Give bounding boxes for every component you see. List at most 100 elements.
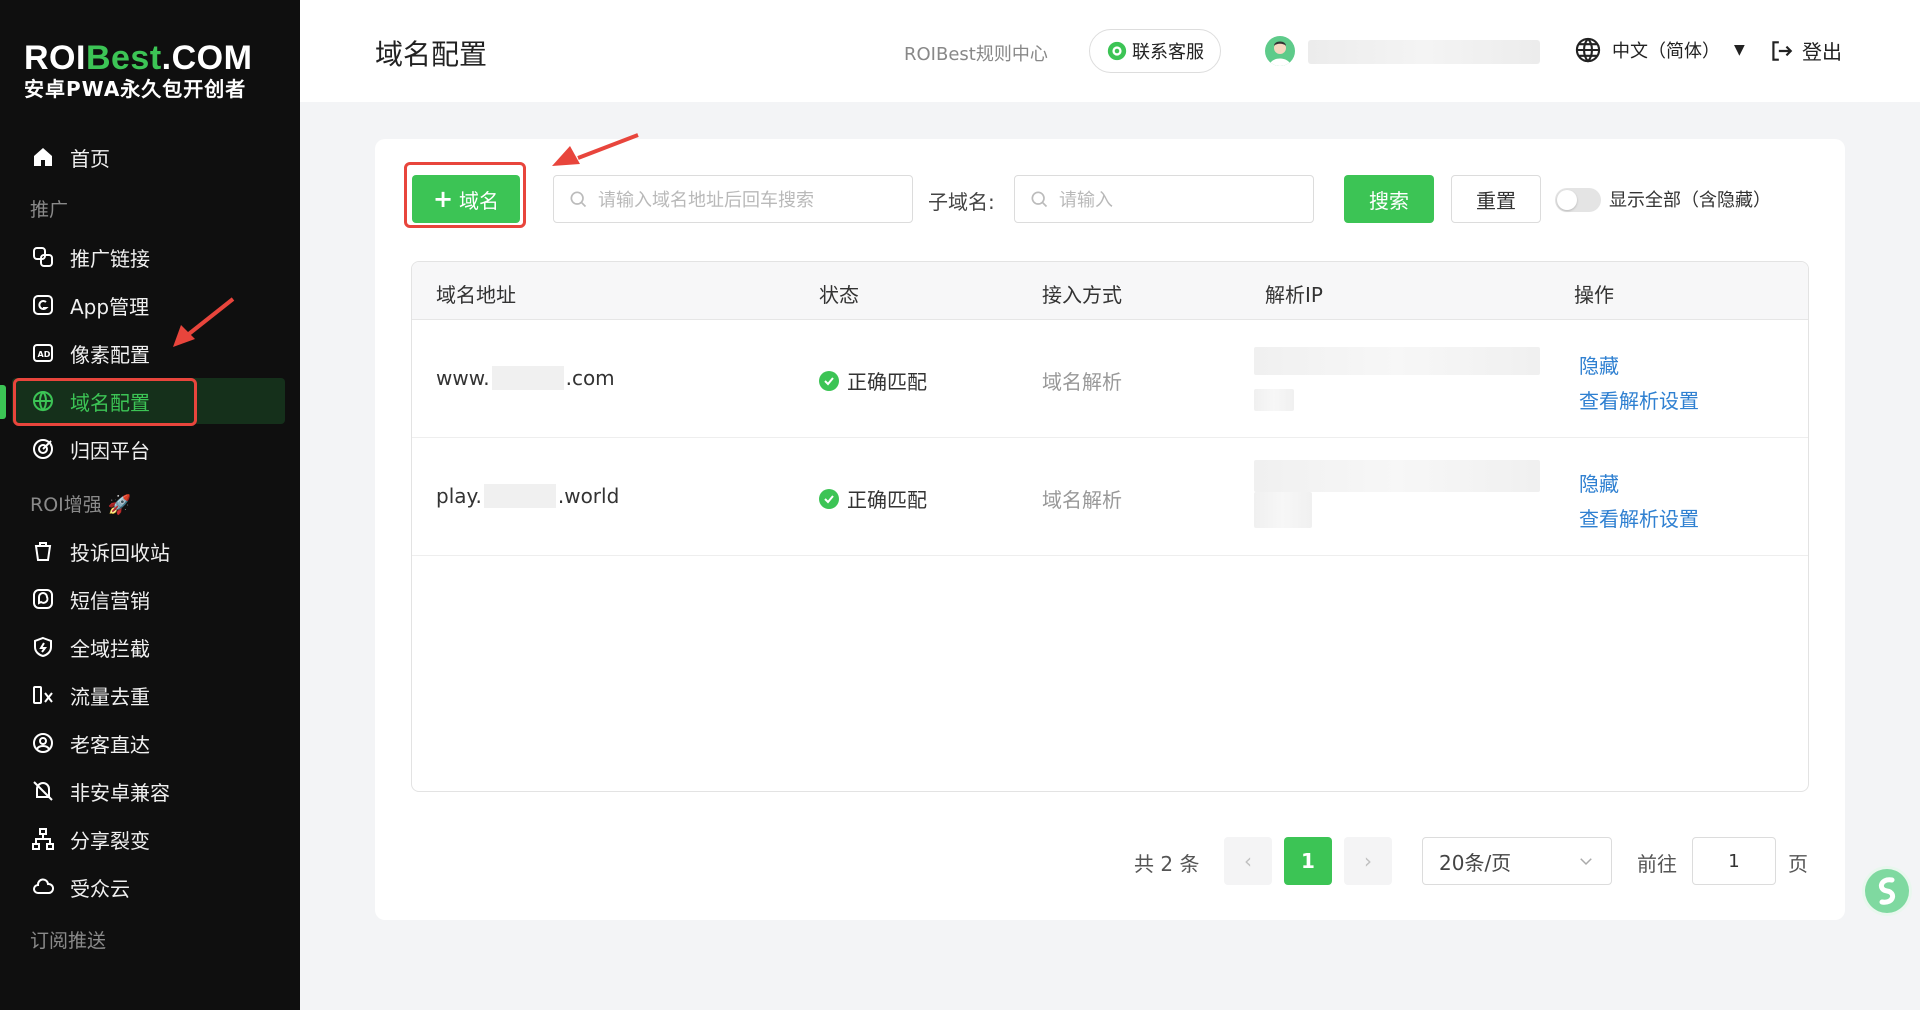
annotation-arrow-sidebar — [173, 297, 235, 347]
shield-icon — [30, 634, 56, 660]
logo-tagline: 安卓PWA永久包开创者 — [24, 77, 247, 101]
sidebar-section-roi: ROI增强 🚀 — [30, 494, 132, 516]
sidebar-section-promo: 推广 — [30, 199, 69, 221]
sidebar-item-non-android[interactable]: 非安卓兼容 — [12, 768, 285, 814]
rocket-icon: 🚀 — [107, 494, 132, 516]
support-button[interactable]: 联系客服 — [1089, 29, 1221, 73]
page-suffix: 页 — [1788, 852, 1808, 876]
active-indicator — [0, 385, 6, 419]
sidebar-item-label: App管理 — [70, 294, 150, 319]
table-header: 域名地址 状态 接入方式 解析IP 操作 — [412, 262, 1808, 320]
toggle-knob — [1557, 190, 1577, 210]
logout-label: 登出 — [1802, 40, 1842, 64]
sidebar-item-attribution[interactable]: 归因平台 — [12, 426, 285, 472]
language-label: 中文（简体） — [1612, 41, 1720, 62]
view-dns-settings-link[interactable]: 查看解析设置 — [1579, 385, 1699, 414]
goto-page-input[interactable]: 1 — [1692, 837, 1776, 885]
subdomain-placeholder: 请输入 — [1059, 190, 1113, 211]
cloud-icon — [30, 874, 56, 900]
view-dns-settings-link[interactable]: 查看解析设置 — [1579, 503, 1699, 532]
sidebar-item-label: 首页 — [70, 146, 110, 171]
sidebar-item-label: 推广链接 — [70, 246, 150, 271]
android-off-icon — [30, 778, 56, 804]
logo-text-roi: ROI — [24, 39, 86, 77]
sidebar-item-complaint-bin[interactable]: 投诉回收站 — [12, 528, 285, 574]
logo-text-best: Best — [85, 39, 162, 77]
dedupe-icon — [30, 682, 56, 708]
sidebar-item-share-fission[interactable]: 分享裂变 — [12, 816, 285, 862]
sidebar-item-label: 老客直达 — [70, 732, 150, 757]
ad-icon: AD — [30, 340, 56, 366]
domain-address: www. .com — [436, 366, 615, 390]
col-status: 状态 — [819, 283, 859, 307]
sidebar-item-label: 归因平台 — [70, 438, 150, 463]
page-size-select[interactable]: 20条/页 — [1422, 837, 1612, 885]
chat-icon — [1107, 41, 1127, 61]
ip-redacted — [1254, 460, 1540, 492]
sidebar-item-promo-links[interactable]: 推广链接 — [12, 234, 285, 280]
sidebar-item-audience-cloud[interactable]: 受众云 — [12, 864, 285, 910]
page-title: 域名配置 — [375, 38, 488, 71]
ip-redacted — [1254, 347, 1540, 375]
col-access: 接入方式 — [1042, 283, 1122, 307]
sms-icon — [30, 586, 56, 612]
rule-center-link[interactable]: ROIBest规则中心 — [904, 40, 1048, 66]
show-all-toggle[interactable] — [1555, 188, 1601, 212]
subdomain-input[interactable]: 请输入 — [1014, 175, 1314, 223]
col-actions: 操作 — [1574, 283, 1614, 307]
sidebar-item-label: 全域拦截 — [70, 636, 150, 661]
sidebar-item-pixel-config[interactable]: AD 像素配置 — [12, 330, 285, 376]
access-method: 域名解析 — [1042, 488, 1122, 512]
sidebar: ROIBest.COM 安卓PWA永久包开创者 首页 推广 推广链接 App管理… — [0, 0, 300, 1010]
domain-search-placeholder: 请输入域名地址后回车搜索 — [598, 190, 814, 211]
sidebar-item-label: 流量去重 — [70, 684, 150, 709]
sidebar-item-label: 短信营销 — [70, 588, 150, 613]
domain-table: 域名地址 状态 接入方式 解析IP 操作 www. .com 正确匹配 域名解析 … — [411, 261, 1809, 792]
show-all-label: 显示全部（含隐藏） — [1609, 190, 1771, 211]
check-circle-icon — [819, 488, 839, 509]
chevron-down-icon — [1580, 858, 1592, 866]
prev-page-button[interactable]: ‹ — [1224, 837, 1272, 885]
access-method: 域名解析 — [1042, 370, 1122, 394]
annotation-arrow-add — [552, 133, 639, 166]
redacted-domain — [491, 366, 564, 390]
hide-link[interactable]: 隐藏 — [1579, 350, 1619, 379]
search-button[interactable]: 搜索 — [1344, 175, 1434, 223]
ip-redacted — [1254, 492, 1312, 528]
floating-assistant-icon[interactable] — [1862, 866, 1912, 916]
logo[interactable]: ROIBest.COM 安卓PWA永久包开创者 — [24, 40, 252, 102]
link-icon — [30, 244, 56, 270]
trash-icon — [30, 538, 56, 564]
svg-text:AD: AD — [38, 350, 51, 359]
hide-link[interactable]: 隐藏 — [1579, 468, 1619, 497]
search-icon — [570, 191, 587, 208]
top-header: 域名配置 ROIBest规则中心 联系客服 中文（简体） ▼ 登出 — [300, 0, 1920, 102]
sidebar-item-app-management[interactable]: App管理 — [12, 282, 285, 328]
redacted-domain — [483, 484, 556, 508]
sidebar-item-home[interactable]: 首页 — [12, 134, 285, 180]
sidebar-item-label: 分享裂变 — [70, 828, 150, 853]
username-redacted — [1308, 40, 1540, 64]
search-icon — [1031, 191, 1048, 208]
reset-button[interactable]: 重置 — [1451, 175, 1541, 223]
sidebar-item-label: 投诉回收站 — [70, 540, 170, 565]
table-row: www. .com 正确匹配 域名解析 隐藏 查看解析设置 — [412, 320, 1808, 438]
chevron-right-icon: › — [1364, 849, 1372, 873]
highlight-box-add — [404, 162, 526, 228]
home-icon — [30, 144, 56, 170]
check-circle-icon — [819, 370, 839, 391]
chevron-left-icon: ‹ — [1244, 849, 1252, 873]
share-tree-icon — [30, 826, 56, 852]
goto-label: 前往 — [1637, 852, 1677, 876]
next-page-button[interactable]: › — [1344, 837, 1392, 885]
sidebar-item-global-block[interactable]: 全域拦截 — [12, 624, 285, 670]
avatar[interactable] — [1265, 36, 1295, 66]
page-number-current[interactable]: 1 — [1284, 837, 1332, 885]
language-selector[interactable]: 中文（简体） ▼ — [1574, 36, 1745, 64]
sidebar-item-sms-marketing[interactable]: 短信营销 — [12, 576, 285, 622]
sidebar-item-traffic-dedupe[interactable]: 流量去重 — [12, 672, 285, 718]
logout-button[interactable]: 登出 — [1768, 36, 1842, 65]
logout-icon — [1772, 40, 1793, 61]
sidebar-item-returning-customers[interactable]: 老客直达 — [12, 720, 285, 766]
domain-search-input[interactable]: 请输入域名地址后回车搜索 — [553, 175, 913, 223]
